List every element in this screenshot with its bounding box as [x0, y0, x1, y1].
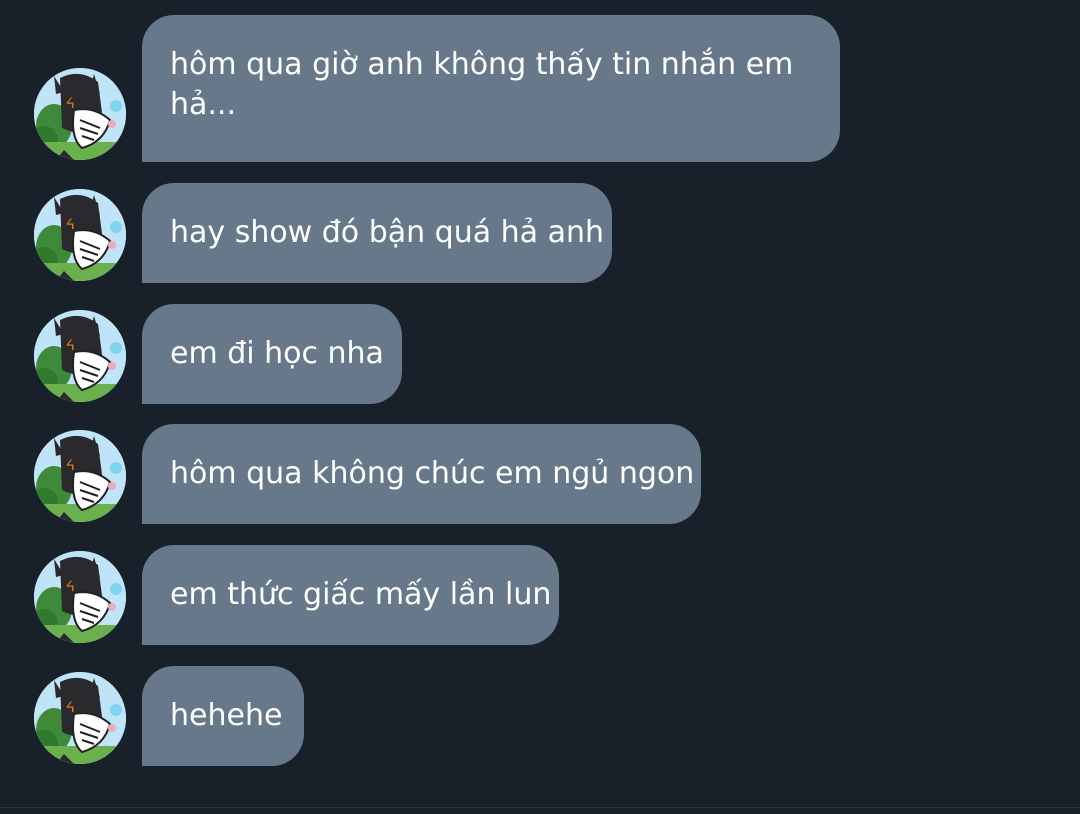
message-text: em thức giấc mấy lần lun [170, 577, 552, 612]
avatar-image-icon: ᔦ [34, 672, 126, 764]
avatar-image-icon: ᔦ [34, 189, 126, 281]
avatar-image-icon: ᔦ [34, 430, 126, 522]
svg-text:ᔦ: ᔦ [66, 579, 75, 595]
message-text: hôm qua không chúc em ngủ ngon [170, 456, 695, 491]
svg-text:ᔦ: ᔦ [66, 217, 75, 233]
message-bubble[interactable]: em thức giấc mấy lần lun [142, 545, 559, 645]
message-bubble[interactable]: hôm qua giờ anh không thấy tin nhắn em h… [142, 15, 840, 162]
avatar-image-icon: ᔦ [34, 310, 126, 402]
avatar-image-icon: ᔦ [34, 68, 126, 160]
bottom-divider [0, 807, 1080, 814]
message-text: hehehe [170, 698, 283, 733]
message-text: hay show đó bận quá hả anh [170, 215, 604, 250]
avatar[interactable]: ᔦ [34, 430, 126, 522]
message-bubble[interactable]: hôm qua không chúc em ngủ ngon [142, 424, 701, 524]
avatar[interactable]: ᔦ [34, 551, 126, 643]
avatar-image-icon: ᔦ [34, 551, 126, 643]
svg-text:ᔦ: ᔦ [66, 96, 75, 112]
message-bubble[interactable]: hehehe [142, 666, 304, 766]
avatar[interactable]: ᔦ [34, 672, 126, 764]
avatar[interactable]: ᔦ [34, 68, 126, 160]
message-text: em đi học nha [170, 336, 384, 371]
svg-text:ᔦ: ᔦ [66, 700, 75, 716]
svg-text:ᔦ: ᔦ [66, 458, 75, 474]
message-bubble[interactable]: hay show đó bận quá hả anh [142, 183, 612, 283]
svg-text:ᔦ: ᔦ [66, 338, 75, 354]
avatar[interactable]: ᔦ [34, 189, 126, 281]
message-text: hôm qua giờ anh không thấy tin nhắn em h… [170, 47, 794, 122]
message-bubble[interactable]: em đi học nha [142, 304, 402, 404]
chat-view: ᔦ hôm qua giờ anh không thấy tin nhắn em… [0, 0, 1080, 814]
avatar[interactable]: ᔦ [34, 310, 126, 402]
